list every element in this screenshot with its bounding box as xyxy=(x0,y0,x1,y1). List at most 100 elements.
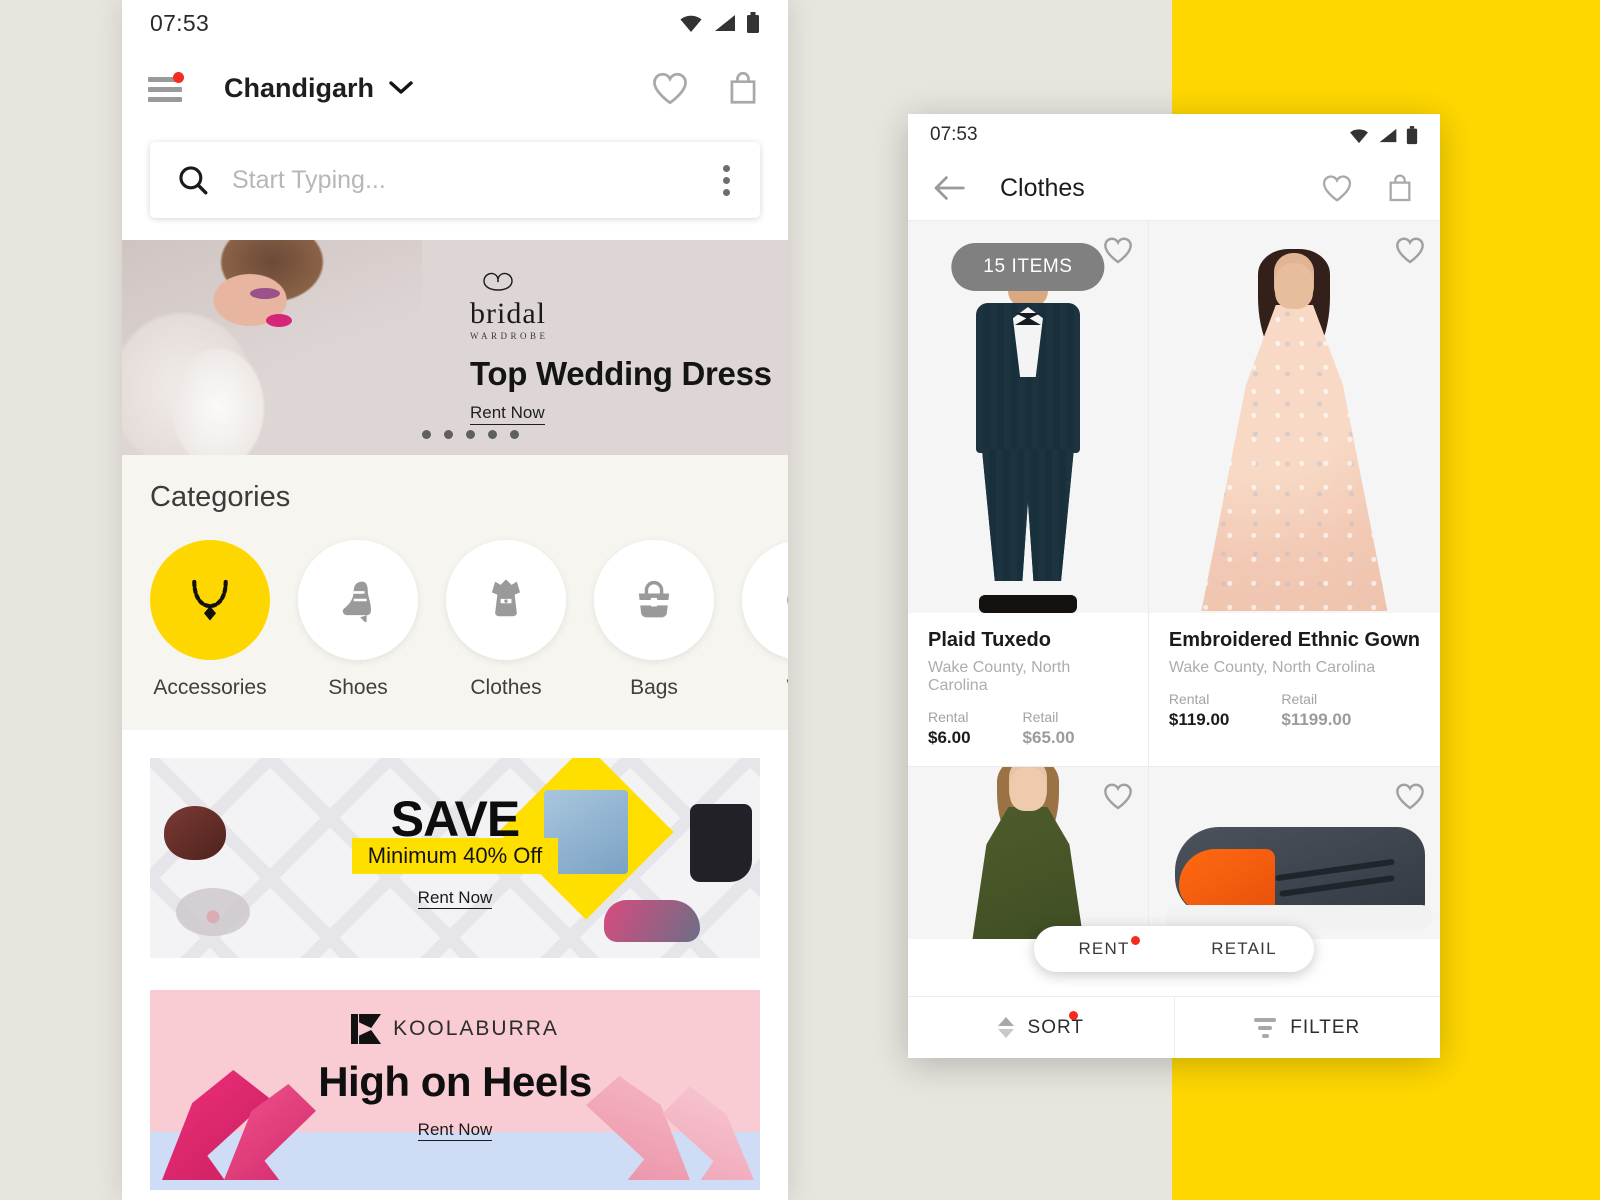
toggle-retail-label: RETAIL xyxy=(1211,939,1277,958)
product-image[interactable]: 15 ITEMS xyxy=(908,221,1148,613)
product-image[interactable] xyxy=(1148,221,1440,613)
rental-label: Rental xyxy=(928,709,969,725)
product-image[interactable] xyxy=(1148,767,1440,939)
heart-icon[interactable] xyxy=(1102,235,1134,265)
categories-row[interactable]: Accessories Shoes Clothes Bags xyxy=(150,540,788,700)
search-input[interactable] xyxy=(232,165,715,195)
shopping-bag-icon[interactable] xyxy=(1384,172,1416,204)
city-selector[interactable]: Chandigarh xyxy=(224,73,414,104)
dress-shoes xyxy=(978,595,1077,613)
tuxedo-trousers xyxy=(981,449,1074,581)
filter-button[interactable]: FILTER xyxy=(1173,997,1441,1058)
rent-notification-dot xyxy=(1131,936,1140,945)
sneaker-accent xyxy=(1178,849,1275,911)
product-location: Wake County, North Carolina xyxy=(928,659,1071,694)
rental-label: Rental xyxy=(1168,691,1210,707)
hero-title: Top Wedding Dress xyxy=(470,355,772,392)
category-label: Shoes xyxy=(328,676,388,699)
product-card[interactable] xyxy=(1148,766,1440,939)
carousel-dot[interactable] xyxy=(510,430,519,439)
battery-icon xyxy=(1406,125,1418,144)
toggle-option-retail[interactable]: RETAIL xyxy=(1174,939,1314,959)
promo-banner-save[interactable]: SAVE Minimum 40% Off Rent Now xyxy=(150,758,760,958)
promo-save-rent-now-link[interactable]: Rent Now xyxy=(417,888,493,909)
rent-retail-toggle[interactable]: RENT RETAIL xyxy=(1034,926,1314,972)
sort-label: SORT xyxy=(1027,1016,1084,1038)
dress-icon xyxy=(491,579,521,617)
status-time: 07:53 xyxy=(150,9,210,36)
model-face xyxy=(1275,263,1314,309)
sneaker-photo xyxy=(1155,805,1440,933)
koolaburra-name: KOOLABURRA xyxy=(393,1017,559,1040)
filter-line xyxy=(1261,1033,1269,1038)
category-item-watches[interactable]: Wa xyxy=(742,540,788,700)
hamburger-menu-icon[interactable] xyxy=(148,72,186,102)
hero-lips-detail xyxy=(266,314,292,327)
filter-line xyxy=(1258,1025,1273,1030)
product-name: Plaid Tuxedo xyxy=(928,629,1051,651)
product-location: Wake County, North Carolina xyxy=(1168,659,1376,676)
retail-value: $1199.00 xyxy=(1281,710,1352,729)
high-heel-icon xyxy=(342,581,371,623)
toggle-option-rent[interactable]: RENT xyxy=(1034,936,1174,959)
category-item-shoes[interactable]: Shoes xyxy=(298,540,418,700)
promo-banner-heels[interactable]: KOOLABURRA High on Heels Rent Now xyxy=(150,990,760,1190)
heart-icon[interactable] xyxy=(1394,781,1426,811)
heart-icon[interactable] xyxy=(1320,173,1354,203)
model-face xyxy=(1009,767,1046,811)
promo-heels-headline: High on Heels xyxy=(318,1058,592,1105)
plaid-tuxedo-photo xyxy=(953,255,1103,613)
home-appbar: Chandigarh xyxy=(122,46,788,130)
hero-carousel[interactable]: bridal WARDROBE Top Wedding Dress Rent N… xyxy=(122,240,788,455)
menu-notification-dot xyxy=(173,72,184,83)
ethnic-gown-photo xyxy=(1199,249,1389,613)
listing-status-bar: 07:53 xyxy=(908,114,1440,156)
heart-icon[interactable] xyxy=(1394,235,1426,265)
green-dress-photo xyxy=(958,767,1098,939)
hero-eye-detail xyxy=(250,288,280,299)
product-prices: Rental $119.00 Retail $1199.00 xyxy=(1169,691,1420,730)
carousel-dot[interactable] xyxy=(466,430,475,439)
rental-price-block: Rental $119.00 xyxy=(1169,691,1230,730)
gown-dress xyxy=(1201,305,1388,611)
gown-embroidery xyxy=(1201,305,1388,611)
promo-save-headline: SAVE xyxy=(390,791,520,847)
green-dress xyxy=(966,807,1089,939)
product-image[interactable] xyxy=(908,767,1148,939)
shopping-bag-icon[interactable] xyxy=(724,69,762,107)
more-vertical-icon[interactable] xyxy=(715,159,738,202)
category-circle xyxy=(150,540,270,660)
carousel-dot[interactable] xyxy=(488,430,497,439)
product-card[interactable]: Embroidered Ethnic Gown Wake County, Nor… xyxy=(1148,220,1440,766)
rental-value: $119.00 xyxy=(1168,710,1230,729)
search-section xyxy=(122,130,788,240)
categories-heading: Categories xyxy=(150,481,291,513)
search-bar[interactable] xyxy=(150,142,760,218)
promo-heels-rent-now-link[interactable]: Rent Now xyxy=(417,1120,493,1141)
carousel-dot[interactable] xyxy=(422,430,431,439)
heart-icon[interactable] xyxy=(650,70,690,106)
status-icons xyxy=(1348,125,1418,145)
bridal-knot-logo-icon xyxy=(483,272,513,291)
category-item-clothes[interactable]: Clothes xyxy=(446,540,566,700)
promo-section: SAVE Minimum 40% Off Rent Now KOOLABURRA… xyxy=(122,730,788,1190)
product-name: Embroidered Ethnic Gown xyxy=(1168,629,1420,651)
carousel-dots[interactable] xyxy=(422,430,519,439)
wifi-icon xyxy=(680,15,702,33)
category-circle xyxy=(742,540,788,660)
kebab-dot xyxy=(723,176,730,184)
filter-line xyxy=(1254,1017,1277,1022)
filter-funnel-icon xyxy=(1254,1017,1277,1038)
product-card[interactable] xyxy=(908,766,1149,939)
signal-icon xyxy=(715,15,735,31)
product-card[interactable]: 15 ITEMS Plaid Tuxedo Wake County, North… xyxy=(908,220,1149,766)
retail-price-block: Retail $1199.00 xyxy=(1281,691,1351,730)
battery-icon xyxy=(747,12,759,33)
arrow-left-icon[interactable] xyxy=(932,175,966,201)
category-item-bags[interactable]: Bags xyxy=(594,540,714,700)
carousel-dot[interactable] xyxy=(444,430,453,439)
hero-rent-now-link[interactable]: Rent Now xyxy=(470,403,545,425)
heart-icon[interactable] xyxy=(1102,781,1134,811)
sort-button[interactable]: SORT xyxy=(908,997,1174,1058)
category-item-accessories[interactable]: Accessories xyxy=(150,540,270,700)
